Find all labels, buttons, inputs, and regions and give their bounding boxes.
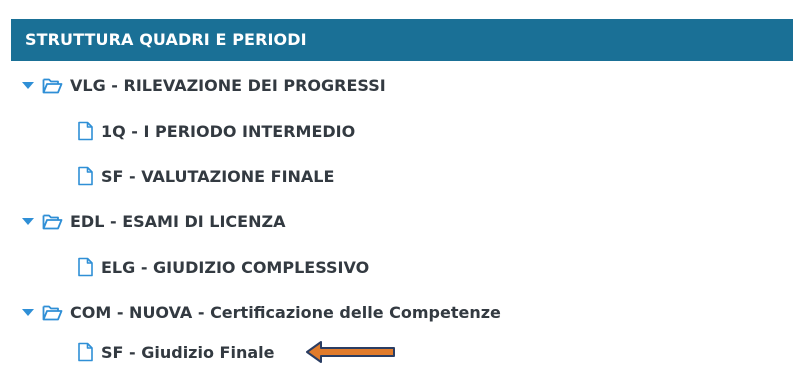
tree-folder-com[interactable]: COM - NUOVA - Certificazione delle Compe…	[22, 297, 501, 327]
caret-down-icon[interactable]	[22, 81, 34, 89]
tree-file-sf-valutazione[interactable]: SF - VALUTAZIONE FINALE	[77, 161, 334, 191]
folder-open-icon	[42, 213, 63, 230]
file-icon	[77, 342, 94, 362]
caret-down-icon[interactable]	[22, 217, 34, 225]
tree-file-sf-giudizio[interactable]: SF - Giudizio Finale	[77, 337, 274, 367]
tree-file-elg[interactable]: ELG - GIUDIZIO COMPLESSIVO	[77, 252, 369, 282]
tree-folder-edl[interactable]: EDL - ESAMI DI LICENZA	[22, 206, 285, 236]
tree-file-label: ELG - GIUDIZIO COMPLESSIVO	[101, 257, 370, 277]
file-icon	[77, 121, 94, 141]
tree-file-label: SF - VALUTAZIONE FINALE	[101, 166, 335, 186]
tree-folder-label: COM - NUOVA - Certificazione delle Compe…	[70, 302, 501, 322]
tree-file-1q[interactable]: 1Q - I PERIODO INTERMEDIO	[77, 116, 355, 146]
tree-file-label: 1Q - I PERIODO INTERMEDIO	[101, 121, 356, 141]
panel-header: STRUTTURA QUADRI E PERIODI	[11, 19, 793, 61]
caret-down-icon[interactable]	[22, 308, 34, 316]
structure-panel: STRUTTURA QUADRI E PERIODI VLG - RILEVAZ…	[0, 0, 793, 367]
file-icon	[77, 257, 94, 277]
folder-open-icon	[42, 77, 63, 94]
tree-folder-label: EDL - ESAMI DI LICENZA	[70, 211, 286, 231]
arrow-left-icon	[306, 341, 395, 363]
tree-file-label: SF - Giudizio Finale	[101, 342, 275, 362]
file-icon	[77, 166, 94, 186]
folder-open-icon	[42, 304, 63, 321]
tree-folder-label: VLG - RILEVAZIONE DEI PROGRESSI	[70, 75, 386, 95]
tree-folder-vlg[interactable]: VLG - RILEVAZIONE DEI PROGRESSI	[22, 70, 386, 100]
